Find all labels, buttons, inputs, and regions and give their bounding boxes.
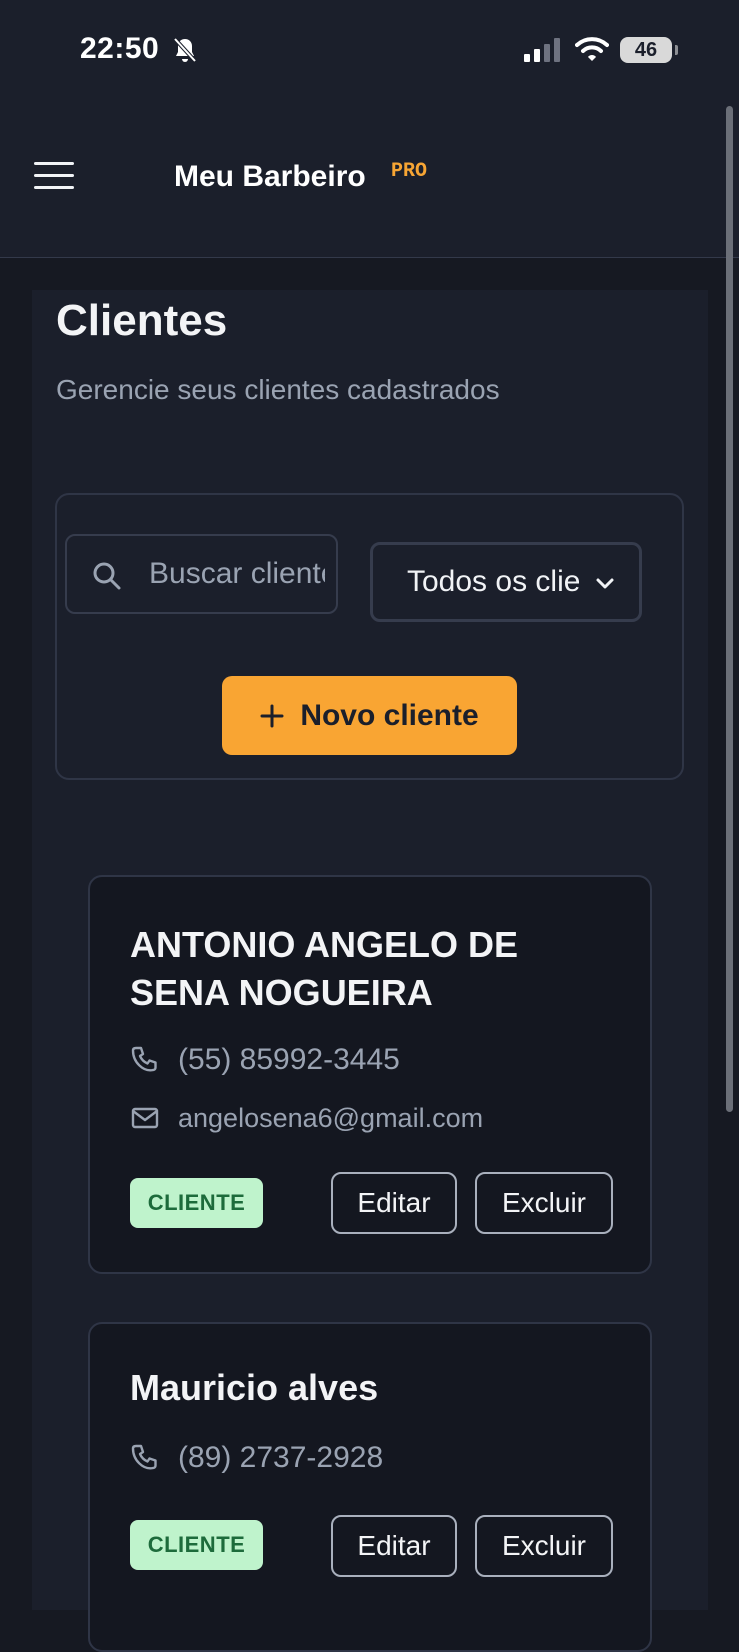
status-bar: 22:50 46 bbox=[0, 0, 739, 100]
client-phone: (55) 85992-3445 bbox=[178, 1043, 400, 1076]
search-icon bbox=[93, 562, 121, 590]
pro-badge: PRO bbox=[391, 160, 428, 183]
client-filter-value: Todos os clientes bbox=[407, 565, 579, 598]
page-title: Clientes bbox=[56, 296, 228, 345]
wifi-icon bbox=[575, 37, 609, 61]
client-name: ANTONIO ANGELO DE SENA NOGUEIRA bbox=[130, 924, 519, 1013]
new-client-button[interactable]: Novo cliente bbox=[222, 676, 517, 755]
status-time: 22:50 bbox=[80, 32, 160, 65]
search-box[interactable] bbox=[65, 534, 338, 614]
app-header: Meu Barbeiro PRO bbox=[0, 100, 739, 258]
signal-icon bbox=[524, 38, 560, 62]
plus-icon bbox=[260, 704, 284, 727]
delete-button[interactable]: Excluir bbox=[475, 1172, 613, 1234]
new-client-label: Novo cliente bbox=[300, 698, 479, 732]
phone-icon bbox=[131, 1046, 157, 1072]
client-tag: CLIENTE bbox=[130, 1178, 263, 1228]
menu-icon[interactable] bbox=[34, 162, 74, 194]
battery-icon: 46 bbox=[620, 37, 678, 63]
client-card: ANTONIO ANGELO DE SENA NOGUEIRA (55) 859… bbox=[88, 875, 652, 1274]
client-filter-select[interactable]: Todos os clientes bbox=[370, 542, 642, 622]
client-email[interactable]: angelosena6@gmail.com bbox=[178, 1103, 483, 1134]
client-phone: (89) 2737-2928 bbox=[178, 1441, 384, 1474]
edit-button[interactable]: Editar bbox=[331, 1515, 457, 1577]
brand-title: Meu Barbeiro bbox=[174, 160, 366, 193]
delete-button[interactable]: Excluir bbox=[475, 1515, 613, 1577]
chevron-down-icon bbox=[596, 578, 614, 589]
mail-icon bbox=[131, 1107, 159, 1129]
bell-off-icon bbox=[173, 37, 197, 63]
client-card: Mauricio alves (89) 2737-2928 CLIENTE Ed… bbox=[88, 1322, 652, 1652]
scrollbar[interactable] bbox=[726, 106, 733, 1112]
search-input[interactable] bbox=[149, 536, 325, 612]
phone-icon bbox=[131, 1444, 157, 1470]
page-subtitle: Gerencie seus clientes cadastrados bbox=[56, 374, 500, 405]
client-name: Mauricio alves bbox=[130, 1367, 379, 1408]
edit-button[interactable]: Editar bbox=[331, 1172, 457, 1234]
client-tag: CLIENTE bbox=[130, 1520, 263, 1570]
